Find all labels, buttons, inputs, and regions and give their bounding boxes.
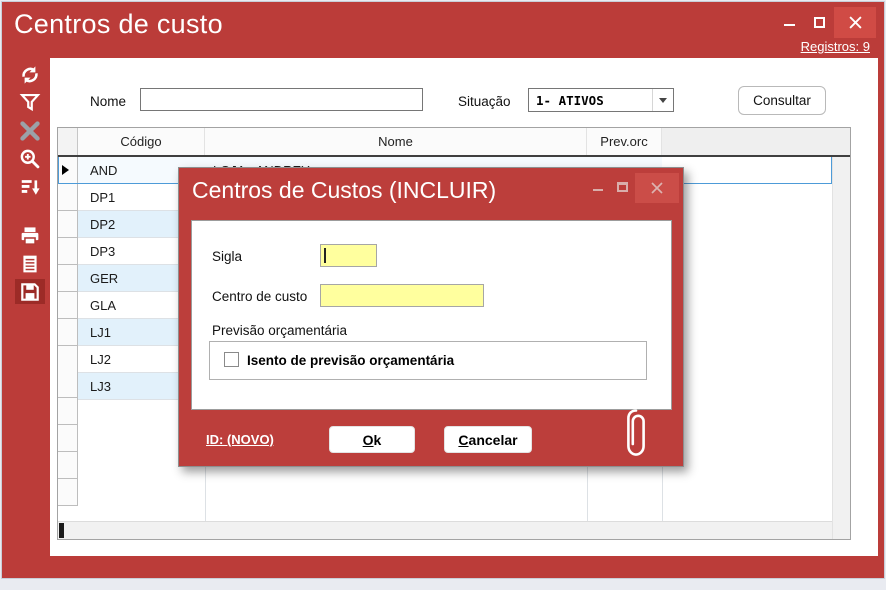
close-button[interactable] <box>834 7 876 38</box>
row-selector[interactable] <box>58 211 78 238</box>
row-filler <box>662 211 832 238</box>
chevron-down-icon <box>652 89 673 111</box>
page-title: Centros de custo <box>14 9 223 40</box>
dialog-minimize-button[interactable] <box>585 173 610 201</box>
print-icon <box>19 225 41 247</box>
situacao-value: 1- ATIVOS <box>529 93 652 108</box>
selected-row-marker-icon <box>62 165 69 175</box>
filter-icon <box>19 92 41 114</box>
vertical-scrollbar[interactable] <box>832 157 850 539</box>
centro-de-custo-input[interactable] <box>320 284 484 307</box>
empty-row-selector <box>58 398 78 425</box>
cancelar-button[interactable]: Cancelar <box>444 426 532 453</box>
sort-icon <box>19 176 41 198</box>
paperclip-icon[interactable] <box>623 407 649 461</box>
report-icon <box>19 253 41 275</box>
row-filler <box>662 238 832 265</box>
clear-filter-icon <box>19 120 41 142</box>
ok-button-label: k <box>374 432 382 448</box>
empty-row-selector <box>58 371 78 398</box>
refresh-icon <box>19 64 41 86</box>
incluir-dialog: Centros de Custos (INCLUIR) Sigla Centro… <box>178 167 684 467</box>
scrollbar-thumb[interactable] <box>59 523 64 538</box>
maximize-button[interactable] <box>804 7 834 37</box>
report-button[interactable] <box>15 251 45 276</box>
cancelar-button-accesskey: C <box>458 432 468 448</box>
nome-input[interactable] <box>140 88 423 111</box>
situacao-label: Situação <box>458 94 511 109</box>
grid-column-header[interactable]: Nome <box>205 128 587 155</box>
maximize-icon <box>617 182 628 192</box>
grid-header: CódigoNomePrev.orc <box>58 128 850 157</box>
dialog-form-panel: Sigla Centro de custo Previsão orçamentá… <box>191 220 672 410</box>
row-filler <box>662 373 832 400</box>
situacao-select[interactable]: 1- ATIVOS <box>528 88 674 112</box>
zoom-icon <box>19 148 41 170</box>
window-controls <box>774 7 876 38</box>
row-filler <box>662 157 832 184</box>
refresh-button[interactable] <box>15 62 45 87</box>
close-icon <box>651 182 663 194</box>
empty-row-selector <box>58 452 78 479</box>
print-button[interactable] <box>15 223 45 248</box>
row-selector[interactable] <box>58 319 78 346</box>
id-novo-link[interactable]: ID: (NOVO) <box>206 432 274 447</box>
row-selector[interactable] <box>58 184 78 211</box>
empty-row-selector <box>58 479 78 506</box>
zoom-button[interactable] <box>15 146 45 171</box>
text-caret <box>324 248 326 263</box>
row-selector[interactable] <box>58 265 78 292</box>
close-icon <box>849 16 862 29</box>
filter-button[interactable] <box>15 90 45 115</box>
grid-column-header[interactable]: Prev.orc <box>587 128 662 155</box>
sidebar <box>10 62 50 304</box>
maximize-icon <box>814 17 825 28</box>
dialog-window-controls <box>585 173 679 203</box>
row-selector[interactable] <box>58 238 78 265</box>
save-icon <box>19 281 41 303</box>
row-filler <box>662 184 832 211</box>
save-button[interactable] <box>15 279 45 304</box>
sigla-input[interactable] <box>320 244 377 267</box>
empty-row-gutters <box>58 371 78 539</box>
row-filler <box>662 292 832 319</box>
minimize-icon <box>593 189 603 191</box>
row-selector[interactable] <box>58 346 78 373</box>
ok-button[interactable]: Ok <box>329 426 415 453</box>
dialog-maximize-button[interactable] <box>610 173 635 201</box>
sort-button[interactable] <box>15 174 45 199</box>
minimize-button[interactable] <box>774 7 804 37</box>
empty-row-selector <box>58 425 78 452</box>
previsao-group-label: Previsão orçamentária <box>212 323 347 338</box>
row-filler <box>662 319 832 346</box>
clear-filter-button[interactable] <box>15 118 45 143</box>
grid-header-filler <box>662 128 850 155</box>
nome-label: Nome <box>90 94 126 109</box>
cancelar-button-label: ancelar <box>469 432 518 448</box>
ok-button-accesskey: O <box>363 432 374 448</box>
grid-column-header[interactable]: Código <box>78 128 205 155</box>
row-selector[interactable] <box>58 157 78 184</box>
previsao-group-box: Isento de previsão orçamentária <box>209 341 647 380</box>
dialog-close-button[interactable] <box>635 173 679 203</box>
row-filler <box>662 346 832 373</box>
minimize-icon <box>784 24 795 26</box>
isento-checkbox-label: Isento de previsão orçamentária <box>247 353 454 368</box>
isento-checkbox[interactable] <box>224 352 239 367</box>
sigla-label: Sigla <box>212 249 242 264</box>
consultar-button[interactable]: Consultar <box>738 86 826 115</box>
dialog-title: Centros de Custos (INCLUIR) <box>192 177 496 204</box>
grid-gutter-header <box>58 128 78 155</box>
row-filler <box>662 265 832 292</box>
horizontal-scrollbar[interactable] <box>58 521 832 539</box>
centro-de-custo-label: Centro de custo <box>212 289 307 304</box>
row-selector[interactable] <box>58 292 78 319</box>
registros-link[interactable]: Registros: 9 <box>801 39 870 54</box>
